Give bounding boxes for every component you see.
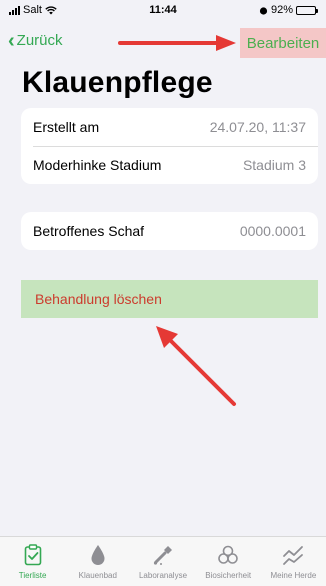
tab-laboranalyse[interactable]: Laboranalyse [130,537,195,586]
tab-bar: Tierliste Klauenbad Laboranalyse Biosich… [0,536,326,586]
tab-label: Klauenbad [78,571,117,580]
tab-tierliste[interactable]: Tierliste [0,537,65,586]
details-card: Erstellt am 24.07.20, 11:37 Moderhinke S… [21,108,318,184]
tab-klauenbad[interactable]: Klauenbad [65,537,130,586]
detail-value: 24.07.20, 11:37 [209,119,306,135]
detail-row-created: Erstellt am 24.07.20, 11:37 [21,108,318,146]
chevron-left-icon: ‹ [8,29,15,52]
edit-button[interactable]: Bearbeiten [240,28,326,58]
biohazard-icon [217,543,239,567]
detail-label: Erstellt am [33,119,100,135]
affected-sheep-row[interactable]: Betroffenes Schaf 0000.0001 [21,212,318,250]
tab-label: Meine Herde [270,571,317,580]
annotation-arrow-delete [156,326,236,406]
page-title: Klauenpflege [22,66,213,99]
back-button-label: Zurück [16,32,63,49]
detail-value: Stadium 3 [242,157,306,173]
status-bar: Salt 11:44 92% [0,0,326,20]
affected-sheep-value: 0000.0001 [239,223,306,239]
tab-label: Tierliste [18,571,47,580]
alarm-icon [259,6,268,15]
trend-icon [282,543,304,567]
detail-label: Moderhinke Stadium [33,157,162,173]
detail-row-stadium: Moderhinke Stadium Stadium 3 [21,146,318,184]
battery-icon [296,5,318,15]
tab-label: Biosicherheit [205,571,252,580]
clipboard-check-icon [24,543,42,567]
battery-percent: 92% [270,4,293,16]
tab-label: Laboranalyse [138,571,188,580]
back-button[interactable]: ‹ Zurück [8,29,63,52]
affected-sheep-label: Betroffenes Schaf [33,223,145,239]
navigation-bar: ‹ Zurück Bearbeiten [0,28,326,60]
affected-sheep-card[interactable]: Betroffenes Schaf 0000.0001 [21,212,318,250]
pipette-icon [152,543,174,567]
delete-treatment-button[interactable]: Behandlung löschen [21,280,318,318]
tab-biosicherheit[interactable]: Biosicherheit [196,537,261,586]
drop-icon [90,543,106,567]
status-right: 92% [259,4,318,16]
tab-meine-herde[interactable]: Meine Herde [261,537,326,586]
